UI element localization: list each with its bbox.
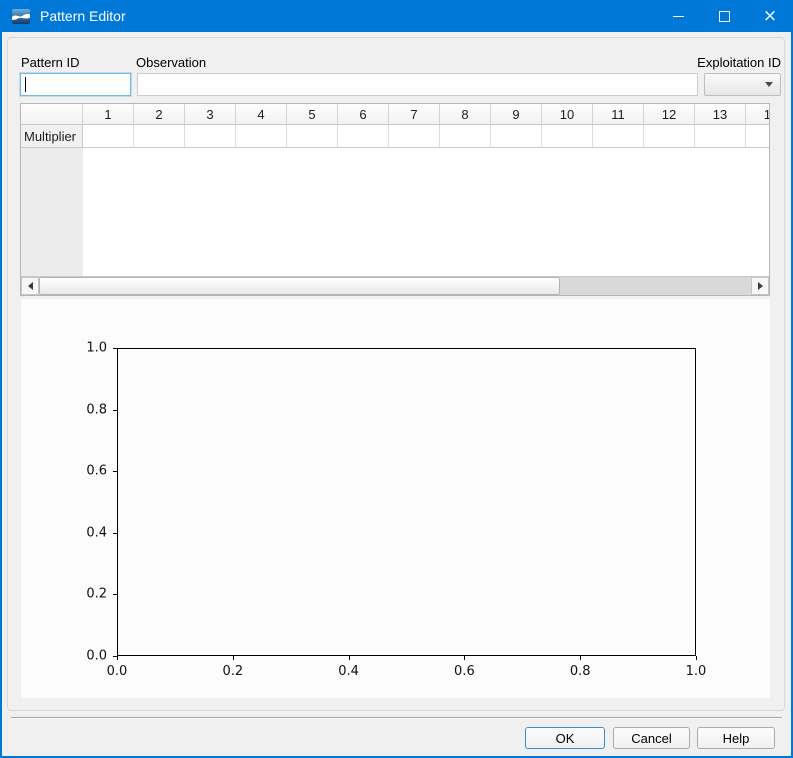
column-header-5[interactable]: 5 bbox=[287, 104, 338, 125]
cell-multiplier-13[interactable] bbox=[695, 125, 746, 148]
cell-multiplier-8[interactable] bbox=[440, 125, 491, 148]
y-tick-mark bbox=[113, 594, 117, 595]
scroll-left-icon bbox=[28, 282, 33, 290]
observation-input[interactable] bbox=[137, 73, 698, 96]
observation-label: Observation bbox=[136, 55, 206, 70]
column-header-14[interactable]: 14 bbox=[746, 104, 770, 125]
maximize-icon bbox=[719, 11, 730, 22]
table-empty-area bbox=[21, 148, 769, 277]
x-tick-label: 0.2 bbox=[222, 664, 243, 679]
cell-multiplier-6[interactable] bbox=[338, 125, 389, 148]
pattern-id-label: Pattern ID bbox=[21, 55, 80, 70]
column-header-1[interactable]: 1 bbox=[83, 104, 134, 125]
cell-multiplier-12[interactable] bbox=[644, 125, 695, 148]
column-header-9[interactable]: 9 bbox=[491, 104, 542, 125]
y-tick-mark bbox=[113, 533, 117, 534]
cell-multiplier-4[interactable] bbox=[236, 125, 287, 148]
x-tick-label: 0.6 bbox=[454, 664, 475, 679]
row-header-multiplier[interactable]: Multiplier bbox=[21, 125, 83, 148]
column-header-4[interactable]: 4 bbox=[236, 104, 287, 125]
table-data-row: Multiplier bbox=[21, 125, 769, 148]
table-header-row: 1234567891011121314 bbox=[21, 104, 769, 125]
dropdown-arrow-icon bbox=[765, 82, 773, 87]
cell-multiplier-1[interactable] bbox=[83, 125, 134, 148]
maximize-button[interactable] bbox=[701, 0, 747, 32]
pattern-id-input[interactable] bbox=[20, 73, 131, 96]
x-tick-mark bbox=[696, 656, 697, 660]
exploitation-id-combobox[interactable] bbox=[704, 73, 781, 96]
window-border-left bbox=[0, 0, 2, 758]
close-button[interactable]: × bbox=[747, 0, 793, 32]
y-tick-mark bbox=[113, 471, 117, 472]
y-tick-label: 0.2 bbox=[21, 587, 107, 602]
x-tick-label: 0.0 bbox=[107, 664, 128, 679]
scrollbar-thumb[interactable] bbox=[39, 277, 560, 295]
minimize-button[interactable] bbox=[655, 0, 701, 32]
column-header-8[interactable]: 8 bbox=[440, 104, 491, 125]
horizontal-scrollbar[interactable] bbox=[21, 276, 769, 295]
column-header-2[interactable]: 2 bbox=[134, 104, 185, 125]
close-icon: × bbox=[763, 8, 777, 25]
cell-multiplier-3[interactable] bbox=[185, 125, 236, 148]
cell-multiplier-9[interactable] bbox=[491, 125, 542, 148]
column-header-12[interactable]: 12 bbox=[644, 104, 695, 125]
multiplier-table: 1234567891011121314 Multiplier bbox=[20, 103, 770, 296]
cell-multiplier-2[interactable] bbox=[134, 125, 185, 148]
x-tick-mark bbox=[349, 656, 350, 660]
column-header-11[interactable]: 11 bbox=[593, 104, 644, 125]
scrollbar-track[interactable] bbox=[560, 277, 751, 295]
app-icon bbox=[12, 9, 30, 24]
cell-multiplier-11[interactable] bbox=[593, 125, 644, 148]
x-tick-label: 1.0 bbox=[686, 664, 707, 679]
pattern-editor-dialog: Pattern Editor × Pattern ID Observation … bbox=[0, 0, 793, 758]
y-tick-mark bbox=[113, 348, 117, 349]
cell-multiplier-14[interactable] bbox=[746, 125, 770, 148]
column-header-10[interactable]: 10 bbox=[542, 104, 593, 125]
y-tick-mark bbox=[113, 656, 117, 657]
cell-multiplier-5[interactable] bbox=[287, 125, 338, 148]
plot-axes-box bbox=[117, 348, 696, 656]
cell-multiplier-7[interactable] bbox=[389, 125, 440, 148]
minimize-icon bbox=[673, 16, 684, 17]
y-tick-label: 0.8 bbox=[21, 402, 107, 417]
x-tick-mark bbox=[580, 656, 581, 660]
y-tick-label: 0.4 bbox=[21, 525, 107, 540]
footer-separator bbox=[11, 717, 782, 719]
x-tick-mark bbox=[233, 656, 234, 660]
scroll-right-button[interactable] bbox=[751, 277, 769, 295]
x-tick-mark bbox=[464, 656, 465, 660]
y-tick-label: 1.0 bbox=[21, 341, 107, 356]
titlebar[interactable]: Pattern Editor × bbox=[0, 0, 793, 32]
y-tick-label: 0.6 bbox=[21, 464, 107, 479]
cell-multiplier-10[interactable] bbox=[542, 125, 593, 148]
column-header-7[interactable]: 7 bbox=[389, 104, 440, 125]
x-tick-label: 0.8 bbox=[570, 664, 591, 679]
cancel-button[interactable]: Cancel bbox=[613, 727, 690, 749]
x-tick-label: 0.4 bbox=[338, 664, 359, 679]
scroll-right-icon bbox=[758, 282, 763, 290]
x-tick-mark bbox=[117, 656, 118, 660]
help-button[interactable]: Help bbox=[697, 727, 775, 749]
column-header-3[interactable]: 3 bbox=[185, 104, 236, 125]
ok-button[interactable]: OK bbox=[525, 727, 605, 749]
table-corner-cell bbox=[21, 104, 83, 125]
row-header-gutter bbox=[21, 148, 83, 277]
column-header-6[interactable]: 6 bbox=[338, 104, 389, 125]
text-cursor bbox=[25, 77, 26, 92]
window-title: Pattern Editor bbox=[40, 8, 126, 24]
exploitation-id-label: Exploitation ID bbox=[697, 55, 781, 70]
plot-area: 0.0 0.2 0.4 0.6 0.8 1.0 1.0 0.8 0.6 0.4 0.2 0.0 bbox=[21, 299, 770, 698]
column-header-13[interactable]: 13 bbox=[695, 104, 746, 125]
y-tick-label: 0.0 bbox=[21, 649, 107, 664]
y-tick-mark bbox=[113, 410, 117, 411]
scroll-left-button[interactable] bbox=[21, 277, 39, 295]
